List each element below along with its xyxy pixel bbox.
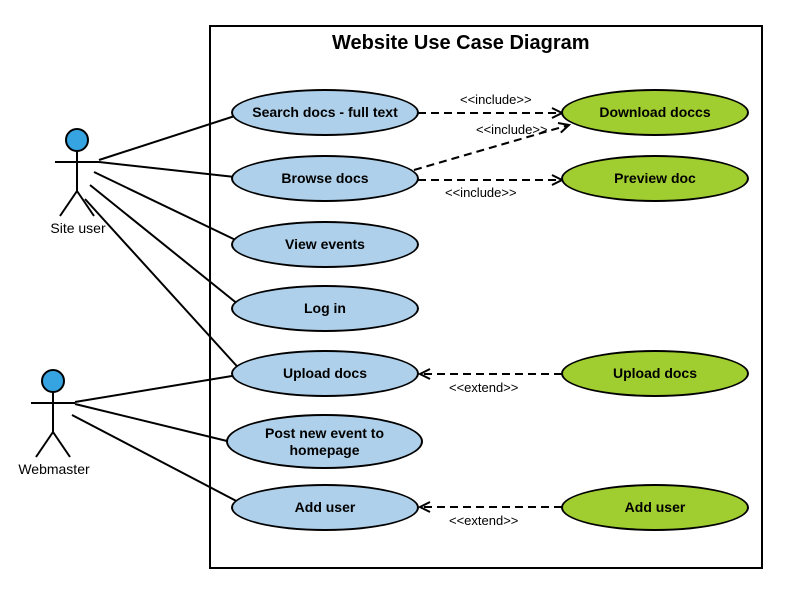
actor-webmaster bbox=[31, 370, 75, 457]
usecase-label: Search docs - full text bbox=[252, 104, 397, 120]
usecase-add-user-ext: Add user bbox=[561, 484, 749, 531]
rel-include-2: <<include>> bbox=[476, 122, 548, 137]
usecase-upload-docs: Upload docs bbox=[231, 350, 419, 397]
usecase-label: Preview doc bbox=[614, 170, 696, 186]
usecase-label: Upload docs bbox=[283, 365, 367, 381]
associations-webmaster bbox=[72, 374, 244, 505]
actor-label-site-user: Site user bbox=[48, 220, 108, 236]
rel-extend-2: <<extend>> bbox=[449, 513, 518, 528]
usecase-search-docs: Search docs - full text bbox=[231, 89, 419, 136]
rel-include-3: <<include>> bbox=[445, 185, 517, 200]
usecase-label: Browse docs bbox=[281, 170, 368, 186]
usecase-post-event: Post new event to homepage bbox=[226, 414, 423, 469]
usecase-upload-docs-ext: Upload docs bbox=[561, 350, 749, 397]
usecase-browse-docs: Browse docs bbox=[231, 155, 419, 202]
usecase-label: Upload docs bbox=[613, 365, 697, 381]
actor-label-webmaster: Webmaster bbox=[18, 461, 90, 477]
usecase-label: View events bbox=[285, 236, 365, 252]
usecase-add-user: Add user bbox=[231, 484, 419, 531]
actor-site-user bbox=[55, 129, 99, 216]
usecase-label: Download doccs bbox=[599, 104, 710, 120]
associations-site-user bbox=[85, 113, 244, 374]
usecase-label: Post new event to homepage bbox=[265, 425, 384, 457]
usecase-preview-doc: Preview doc bbox=[561, 155, 749, 202]
rel-extend-1: <<extend>> bbox=[449, 380, 518, 395]
usecase-label: Log in bbox=[304, 300, 346, 316]
rel-include-1: <<include>> bbox=[460, 92, 532, 107]
usecase-download-doccs: Download doccs bbox=[561, 89, 749, 136]
usecase-label: Add user bbox=[625, 499, 686, 515]
dependency-arrows bbox=[414, 113, 569, 507]
usecase-log-in: Log in bbox=[231, 285, 419, 332]
usecase-view-events: View events bbox=[231, 221, 419, 268]
usecase-label: Add user bbox=[295, 499, 356, 515]
